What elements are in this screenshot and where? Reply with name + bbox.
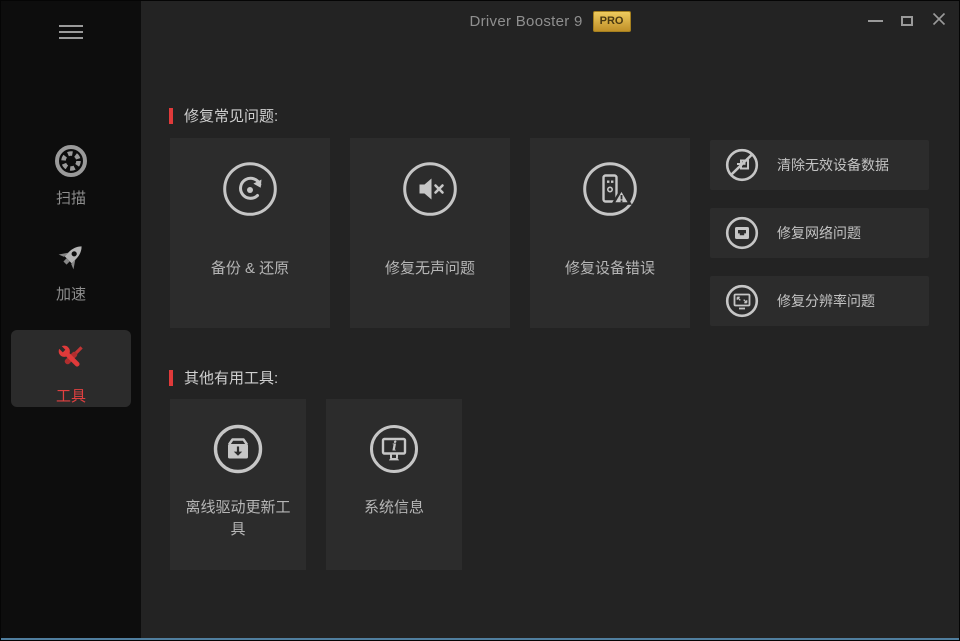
sidebar-item-label: 扫描 xyxy=(56,190,86,207)
button-fix-network[interactable]: 修复网络问题 xyxy=(710,208,929,258)
card-label: 离线驱动更新工具 xyxy=(170,497,306,541)
button-label: 清除无效设备数据 xyxy=(777,155,889,175)
card-fix-device[interactable]: 修复设备错误 xyxy=(530,138,690,328)
maximize-icon xyxy=(901,16,913,26)
rocket-icon xyxy=(1,239,141,279)
window-controls xyxy=(859,1,955,41)
sidebar-item-scan[interactable]: 扫描 xyxy=(1,143,141,208)
sidebar-item-tools[interactable]: 工具 xyxy=(11,330,131,407)
button-label: 修复分辨率问题 xyxy=(777,291,875,311)
minimize-icon xyxy=(868,20,883,22)
button-clear-device-data[interactable]: 清除无效设备数据 xyxy=(710,140,929,190)
device-warning-icon xyxy=(581,160,639,223)
wrench-screwdriver-icon xyxy=(11,339,131,381)
section-header-tools: 其他有用工具: xyxy=(169,367,278,388)
package-download-icon xyxy=(212,423,264,480)
section-marker xyxy=(169,370,173,386)
muted-speaker-icon xyxy=(401,160,459,223)
section-title: 其他有用工具: xyxy=(184,367,278,388)
app-title: Driver Booster 9 xyxy=(469,13,582,30)
button-label: 修复网络问题 xyxy=(777,223,861,243)
ethernet-port-icon xyxy=(724,215,760,251)
monitor-info-icon: i xyxy=(368,423,420,480)
monitor-resize-icon xyxy=(724,283,760,319)
svg-text:i: i xyxy=(392,440,397,455)
unplugged-device-icon xyxy=(724,147,760,183)
sidebar-item-label: 加速 xyxy=(56,286,86,303)
sidebar-item-boost[interactable]: 加速 xyxy=(1,239,141,304)
hamburger-icon xyxy=(59,25,83,39)
maximize-button[interactable] xyxy=(891,1,923,41)
close-button[interactable] xyxy=(923,1,955,41)
sidebar: 扫描 加速 xyxy=(1,1,141,640)
section-title: 修复常见问题: xyxy=(184,105,278,126)
card-label: 系统信息 xyxy=(326,497,462,519)
pro-badge: PRO xyxy=(593,11,631,32)
titlebar: Driver Booster 9 PRO xyxy=(141,1,959,41)
card-offline-driver-tool[interactable]: 离线驱动更新工具 xyxy=(170,399,306,570)
sidebar-item-label: 工具 xyxy=(56,388,86,405)
card-fix-sound[interactable]: 修复无声问题 xyxy=(350,138,510,328)
card-system-info[interactable]: i 系统信息 xyxy=(326,399,462,570)
scan-wheel-icon xyxy=(1,143,141,183)
section-marker xyxy=(169,108,173,124)
card-label: 备份 & 还原 xyxy=(170,258,330,280)
app-window: 扫描 加速 xyxy=(0,0,960,641)
menu-button[interactable] xyxy=(59,25,83,39)
section-header-fix: 修复常见问题: xyxy=(169,105,278,126)
button-fix-resolution[interactable]: 修复分辨率问题 xyxy=(710,276,929,326)
card-label: 修复无声问题 xyxy=(350,258,510,280)
card-label: 修复设备错误 xyxy=(530,258,690,280)
minimize-button[interactable] xyxy=(859,1,891,41)
restore-arrow-icon xyxy=(221,160,279,223)
window-bottom-accent xyxy=(1,638,959,640)
card-backup-restore[interactable]: 备份 & 还原 xyxy=(170,138,330,328)
close-icon xyxy=(931,11,947,32)
